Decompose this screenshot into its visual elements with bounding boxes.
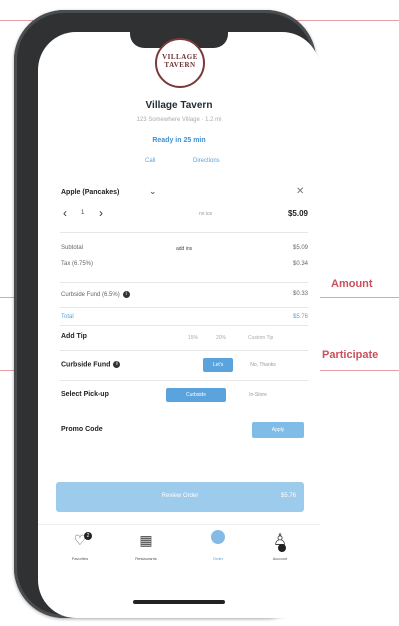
- tip-option-15[interactable]: 15%: [188, 335, 198, 341]
- account-badge: [278, 544, 286, 552]
- home-indicator: [133, 600, 225, 604]
- pickup-instore-button[interactable]: In-Store: [233, 388, 283, 402]
- curbside-fund-row: Curbside Fund (6.5%) i: [61, 291, 130, 298]
- phone-frame: VILLAGE TAVERN · · · Village Tavern 123 …: [14, 10, 320, 618]
- divider: [60, 232, 308, 233]
- close-icon[interactable]: ✕: [296, 186, 304, 197]
- tabbar-divider: [38, 524, 320, 525]
- tax-value: $0.34: [292, 261, 308, 267]
- divider: [60, 282, 308, 283]
- annotation-amount: Amount: [331, 278, 373, 290]
- restaurant-icon: ▦: [139, 532, 153, 548]
- curbside-fund-yes-button[interactable]: Let's: [203, 358, 233, 372]
- total-label: Total: [61, 314, 74, 320]
- call-link[interactable]: Call: [145, 158, 155, 164]
- subtotal-label: Subtotal: [61, 245, 84, 251]
- phone-screen: VILLAGE TAVERN · · · Village Tavern 123 …: [38, 32, 320, 618]
- divider: [60, 380, 308, 381]
- curbside-fund-label: Curbside Fund (6.5%): [61, 292, 120, 299]
- curbside-fund-value: $0.33: [292, 291, 308, 297]
- tab-favorites-label: Favorites: [71, 556, 89, 561]
- tip-option-20[interactable]: 20%: [216, 335, 226, 341]
- divider: [60, 307, 308, 308]
- increase-quantity-icon[interactable]: ›: [99, 206, 103, 220]
- pickup-curbside-button[interactable]: Curbside: [166, 388, 226, 402]
- annotation-participate: Participate: [322, 349, 379, 361]
- tab-order[interactable]: Order: [198, 528, 238, 568]
- curbside-fund-section-label: Curbside Fund: [61, 361, 111, 369]
- tab-restaurants-label: Restaurants: [135, 556, 157, 561]
- tab-favorites[interactable]: ♡ 2 Favorites: [60, 532, 100, 568]
- select-pickup-label: Select Pick-up: [61, 391, 109, 398]
- store-name: Village Tavern: [145, 100, 213, 111]
- promo-code-label: Promo Code: [61, 426, 103, 433]
- info-icon[interactable]: i: [113, 361, 121, 368]
- add-tip-label: Add Tip: [61, 333, 87, 340]
- favorites-badge: 2: [84, 532, 92, 540]
- tax-label: Tax (6.75%): [61, 261, 94, 267]
- order-icon: [211, 530, 225, 544]
- item-name[interactable]: Apple (Pancakes): [61, 189, 119, 196]
- directions-link[interactable]: Directions: [193, 158, 220, 164]
- subtotal-value: $5.09: [292, 245, 308, 251]
- tab-restaurants[interactable]: ▦ Restaurants: [126, 532, 166, 568]
- item-note: no ice: [199, 211, 213, 217]
- divider: [60, 350, 308, 351]
- curbside-fund-section: Curbside Fund i: [61, 361, 121, 369]
- item-quantity: 1: [81, 210, 85, 216]
- tab-account-label: Account: [272, 556, 288, 561]
- decrease-quantity-icon[interactable]: ‹: [63, 206, 67, 220]
- curbside-fund-no-button[interactable]: No, Thanks: [238, 358, 288, 372]
- apply-promo-button[interactable]: Apply: [252, 422, 304, 438]
- tab-order-label: Order: [212, 556, 224, 561]
- item-price: $5.09: [287, 209, 308, 218]
- store-address: 123 Somewhere Village · 1.2 mi: [136, 117, 222, 123]
- store-logo: VILLAGE TAVERN · · ·: [155, 38, 205, 88]
- info-icon[interactable]: i: [122, 291, 130, 298]
- tab-account[interactable]: ♙ Account: [260, 532, 300, 568]
- divider: [60, 325, 308, 326]
- tip-option-custom[interactable]: Custom Tip: [248, 335, 273, 341]
- review-order-label: Review Order: [161, 493, 199, 499]
- chevron-down-icon[interactable]: ⌄: [149, 186, 157, 197]
- ready-time: Ready in 25 min: [152, 137, 206, 144]
- subtotal-addins: add ins: [176, 246, 193, 252]
- review-order-button[interactable]: Review Order $5.76: [56, 482, 304, 512]
- cart-total: $5.76: [280, 493, 296, 499]
- total-value: $5.76: [292, 314, 308, 320]
